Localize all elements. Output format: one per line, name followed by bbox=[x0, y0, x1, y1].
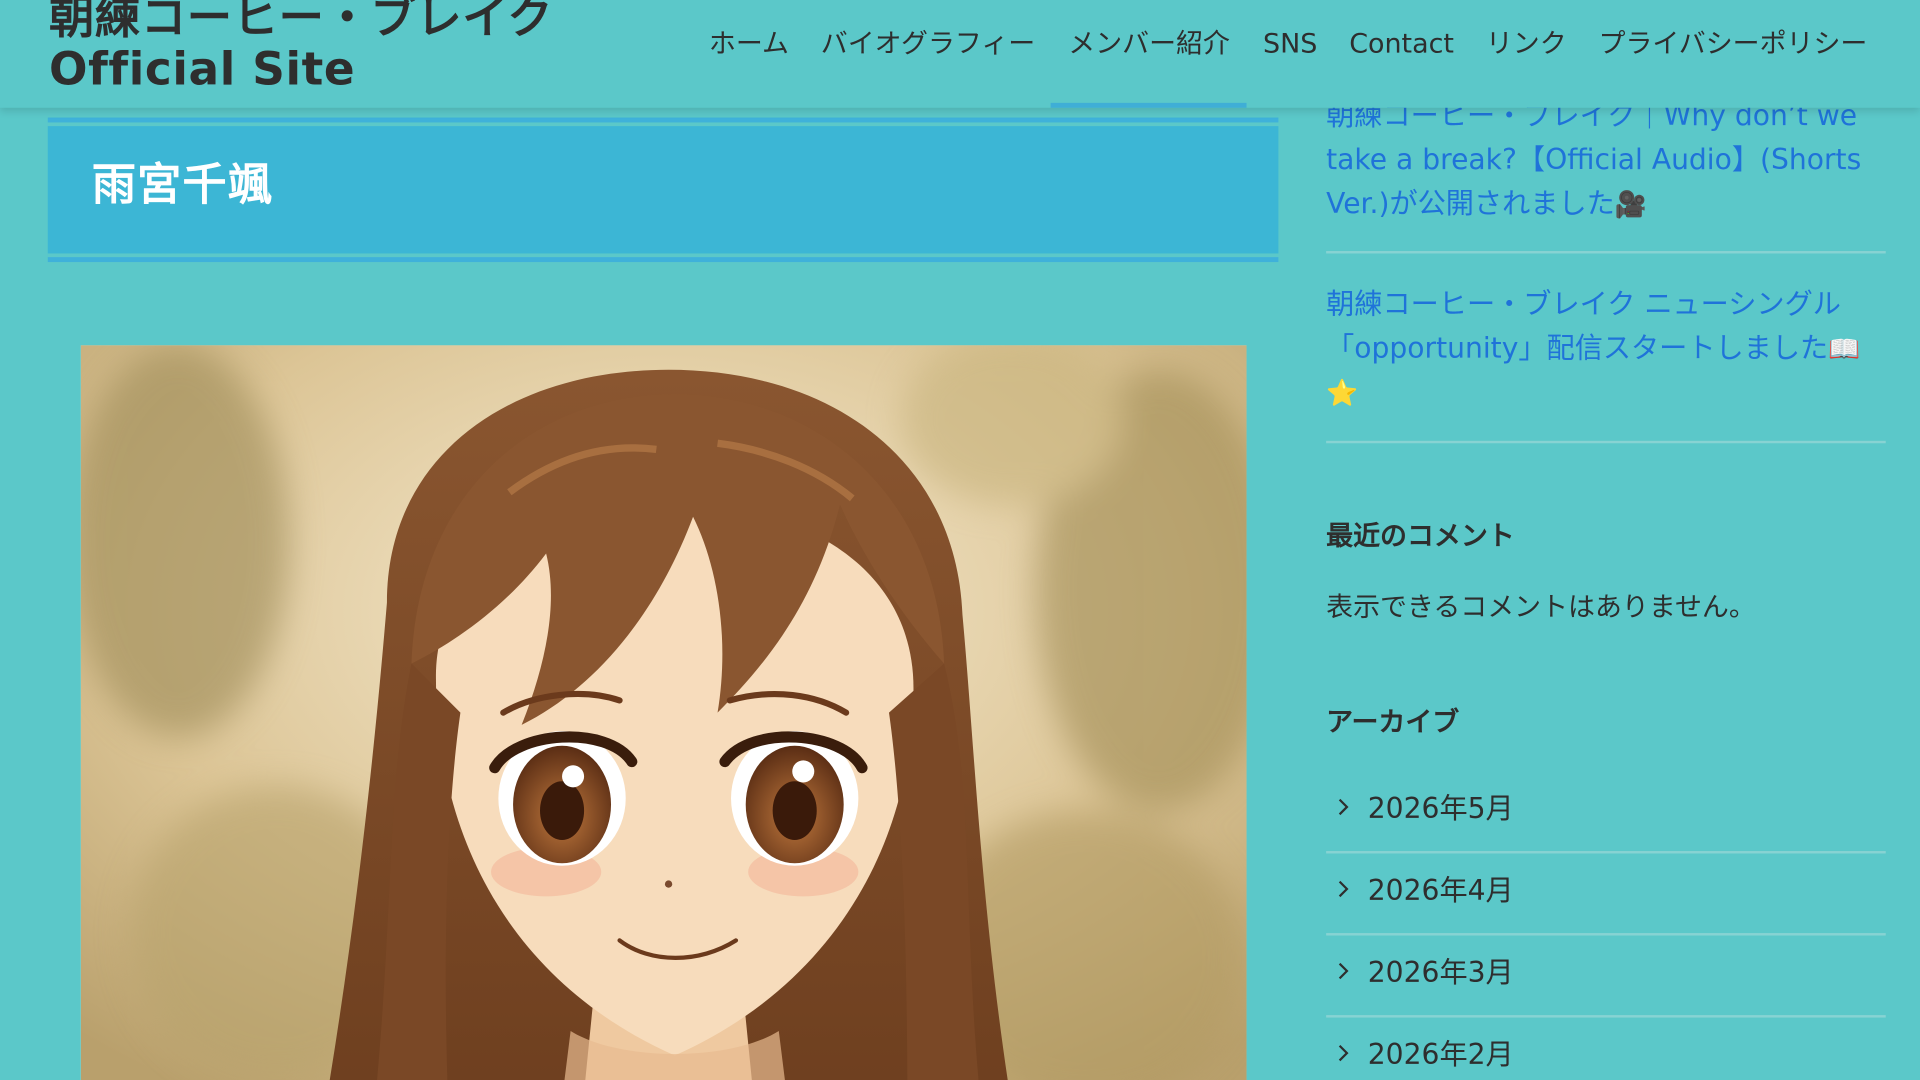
site-title-line-1[interactable]: 朝練コーヒー・ブレイク bbox=[49, 0, 553, 44]
archive-list: 2026年5月 2026年4月 2026年3月 2026年2月 bbox=[1326, 771, 1886, 1080]
page-title-box: 雨宮千颯 bbox=[47, 117, 1279, 263]
recent-post-link-2[interactable]: 朝練コーヒー・ブレイク ニューシングル「opportunity」配信スタートしま… bbox=[1326, 283, 1886, 415]
member-portrait-image bbox=[80, 345, 1247, 1080]
chevron-right-icon bbox=[1338, 962, 1349, 980]
archive-item-2026-05[interactable]: 2026年5月 bbox=[1326, 771, 1886, 854]
chevron-right-icon bbox=[1338, 1044, 1349, 1062]
no-comments-text: 表示できるコメントはありません。 bbox=[1326, 592, 1756, 624]
video-camera-icon: 🎥 bbox=[1614, 189, 1647, 220]
anime-portrait-illustration bbox=[80, 345, 1247, 1080]
nav-item-home[interactable]: ホーム bbox=[693, 0, 805, 108]
divider bbox=[1326, 440, 1886, 444]
archive-item-label: 2026年4月 bbox=[1367, 875, 1514, 908]
archive-item-label: 2026年2月 bbox=[1367, 1039, 1514, 1072]
recent-comments-title: 最近のコメント bbox=[1326, 521, 1515, 553]
nav-item-links[interactable]: リンク bbox=[1470, 0, 1583, 108]
site-title[interactable]: 朝練コーヒー・ブレイク Official Site bbox=[49, 0, 553, 96]
recent-post-link-1[interactable]: 朝練コーヒー・ブレイク｜Why don’t we take a break?【O… bbox=[1326, 94, 1886, 226]
archive-title: アーカイブ bbox=[1326, 707, 1460, 739]
nav-item-sns[interactable]: SNS bbox=[1247, 0, 1333, 108]
archive-item-2026-03[interactable]: 2026年3月 bbox=[1326, 936, 1886, 1018]
page: 朝練コーヒー・ブレイク Official Site ホーム バイオグラフィー メ… bbox=[0, 0, 1920, 1080]
chevron-right-icon bbox=[1338, 880, 1349, 898]
recent-post-text: 朝練コーヒー・ブレイク｜Why don’t we take a break?【O… bbox=[1326, 100, 1862, 221]
nav-item-contact[interactable]: Contact bbox=[1333, 0, 1470, 108]
archive-item-2026-04[interactable]: 2026年4月 bbox=[1326, 853, 1886, 936]
site-title-line-2[interactable]: Official Site bbox=[49, 43, 553, 95]
site-header: 朝練コーヒー・ブレイク Official Site ホーム バイオグラフィー メ… bbox=[0, 0, 1920, 108]
nav-item-biography[interactable]: バイオグラフィー bbox=[805, 0, 1051, 108]
chevron-right-icon bbox=[1338, 798, 1349, 816]
divider bbox=[1326, 251, 1886, 254]
sidebar: 朝練コーヒー・ブレイク｜Why don’t we take a break?【O… bbox=[1326, 0, 1886, 1080]
page-title: 雨宮千颯 bbox=[91, 160, 274, 211]
nav-item-privacy-policy[interactable]: プライバシーポリシー bbox=[1583, 0, 1884, 108]
recent-post-text: 朝練コーヒー・ブレイク ニューシングル「opportunity」配信スタートしま… bbox=[1326, 288, 1841, 365]
nav-item-members[interactable]: メンバー紹介 bbox=[1051, 0, 1248, 108]
archive-item-2026-02[interactable]: 2026年2月 bbox=[1326, 1018, 1886, 1080]
archive-item-label: 2026年5月 bbox=[1367, 793, 1514, 826]
archive-item-label: 2026年3月 bbox=[1367, 957, 1514, 990]
main-nav: ホーム バイオグラフィー メンバー紹介 SNS Contact リンク プライバ… bbox=[693, 0, 1883, 108]
